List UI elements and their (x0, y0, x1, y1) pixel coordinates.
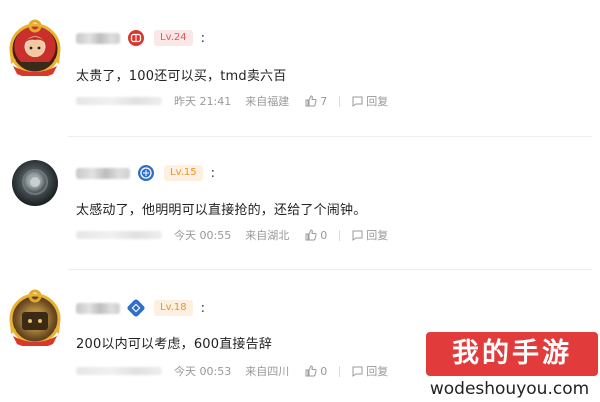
comment-text: 太贵了，100还可以买，tmd卖六百 (76, 69, 287, 84)
avatar-frame-icon (9, 19, 61, 76)
device-blurred (76, 97, 162, 105)
reply-icon (352, 96, 363, 107)
blue-emblem-icon (138, 165, 154, 181)
comment-location: 来自湖北 (245, 229, 290, 242)
avatar[interactable] (9, 289, 61, 346)
device-blurred (76, 231, 162, 239)
divider (339, 365, 341, 377)
like-count: 0 (320, 364, 328, 378)
device-blurred (76, 367, 162, 375)
watermark-title: 我的手游 (426, 332, 598, 376)
reply-icon (352, 230, 363, 241)
level-badge: Lv.24 (154, 30, 193, 46)
reply-label: 回复 (366, 365, 389, 378)
comment-header: Lv.15 : (76, 162, 215, 184)
comment-meta: 今天 00:53 来自四川 0 回复 (76, 363, 388, 379)
comment-time: 今天 00:53 (174, 365, 232, 378)
divider (339, 95, 341, 107)
comment-time: 今天 00:55 (174, 229, 232, 242)
like-count: 0 (320, 228, 328, 242)
avatar[interactable] (12, 160, 58, 206)
watermark-url: wodeshouyou.com (419, 377, 600, 402)
comment-text: 太感动了，他明明可以直接抢的，还给了个闹钟。 (76, 203, 367, 218)
thumbs-up-icon (305, 229, 317, 241)
like-button[interactable]: 0 (305, 365, 327, 378)
comment-meta: 昨天 21:41 来自福建 7 回复 (76, 93, 388, 109)
reply-label: 回复 (366, 229, 389, 242)
comment-location: 来自四川 (245, 365, 290, 378)
header-colon: : (200, 300, 206, 316)
blue-cube-icon (126, 298, 146, 318)
reply-icon (352, 366, 363, 377)
avatar-frame-icon (9, 289, 61, 346)
thumbs-up-icon (305, 95, 317, 107)
level-badge: Lv.18 (154, 300, 193, 316)
header-colon: : (210, 165, 216, 181)
reply-label: 回复 (366, 95, 389, 108)
reply-button[interactable]: 回复 (352, 93, 388, 109)
reply-button[interactable]: 回复 (352, 363, 388, 379)
like-count: 7 (320, 94, 328, 108)
level-badge: Lv.15 (164, 165, 203, 181)
watermark: 我的手游 wodeshouyou.com (419, 322, 600, 402)
comment-time: 昨天 21:41 (174, 95, 232, 108)
game-console-icon (128, 30, 144, 46)
comment-location: 来自福建 (245, 95, 290, 108)
comment-separator (68, 269, 592, 270)
avatar[interactable] (9, 19, 61, 76)
comment-meta: 今天 00:55 来自湖北 0 回复 (76, 227, 388, 243)
reply-button[interactable]: 回复 (352, 227, 388, 243)
like-button[interactable]: 7 (305, 95, 327, 108)
username-blurred[interactable] (76, 302, 120, 314)
like-button[interactable]: 0 (305, 229, 327, 242)
comment-text: 200以内可以考虑，600直接告辞 (76, 337, 273, 352)
comment-header: Lv.24 : (76, 27, 205, 49)
thumbs-up-icon (305, 365, 317, 377)
username-blurred[interactable] (76, 167, 130, 179)
username-blurred[interactable] (76, 32, 120, 44)
comment-header: Lv.18 : (76, 297, 205, 319)
divider (339, 229, 341, 241)
comment-separator (68, 136, 592, 137)
header-colon: : (200, 30, 206, 46)
